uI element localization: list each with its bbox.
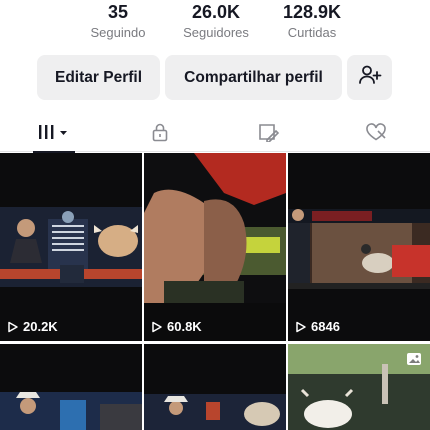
video-thumbnail	[288, 153, 430, 341]
view-count: 20.2K	[7, 319, 58, 334]
likes-label: Curtidas	[287, 25, 337, 40]
play-icon	[296, 321, 306, 332]
tab-videos[interactable]	[24, 112, 84, 153]
play-icon	[8, 321, 18, 332]
photo-carousel-icon	[406, 352, 422, 371]
video-tile[interactable]: 6846	[288, 153, 430, 341]
video-thumbnail	[144, 153, 286, 341]
view-count: 60.8K	[151, 319, 202, 334]
video-thumbnail	[0, 344, 142, 430]
lock-icon	[150, 122, 170, 142]
video-tile[interactable]: 60.8K	[144, 153, 286, 341]
saved-icon	[257, 122, 279, 142]
view-count-text: 60.8K	[167, 319, 202, 334]
grid-icon	[37, 123, 71, 141]
video-thumbnail	[144, 344, 286, 430]
edit-profile-button[interactable]: Editar Perfil	[37, 55, 160, 100]
likes-count: 128.9K	[282, 2, 342, 22]
add-friend-button[interactable]	[347, 55, 392, 100]
profile-stats: 35 Seguindo 26.0K Seguidores 128.9K Curt…	[0, 0, 430, 48]
profile-tabs	[0, 112, 430, 153]
video-thumbnail	[0, 153, 142, 341]
likes-stat[interactable]: 128.9K Curtidas	[252, 0, 372, 42]
video-tile[interactable]	[144, 344, 286, 430]
play-icon	[152, 321, 162, 332]
video-tile[interactable]	[288, 344, 430, 430]
tab-saved[interactable]	[238, 112, 298, 152]
view-count: 6846	[295, 319, 340, 334]
liked-icon	[365, 122, 387, 142]
video-grid: 20.2K 60.8K 6846	[0, 153, 430, 430]
video-tile[interactable]	[0, 344, 142, 430]
view-count-text: 20.2K	[23, 319, 58, 334]
tab-private[interactable]	[130, 112, 190, 152]
view-count-text: 6846	[311, 319, 340, 334]
person-add-icon	[358, 63, 382, 92]
tab-liked[interactable]	[346, 112, 406, 152]
share-profile-button[interactable]: Compartilhar perfil	[165, 55, 342, 100]
video-tile[interactable]: 20.2K	[0, 153, 142, 341]
